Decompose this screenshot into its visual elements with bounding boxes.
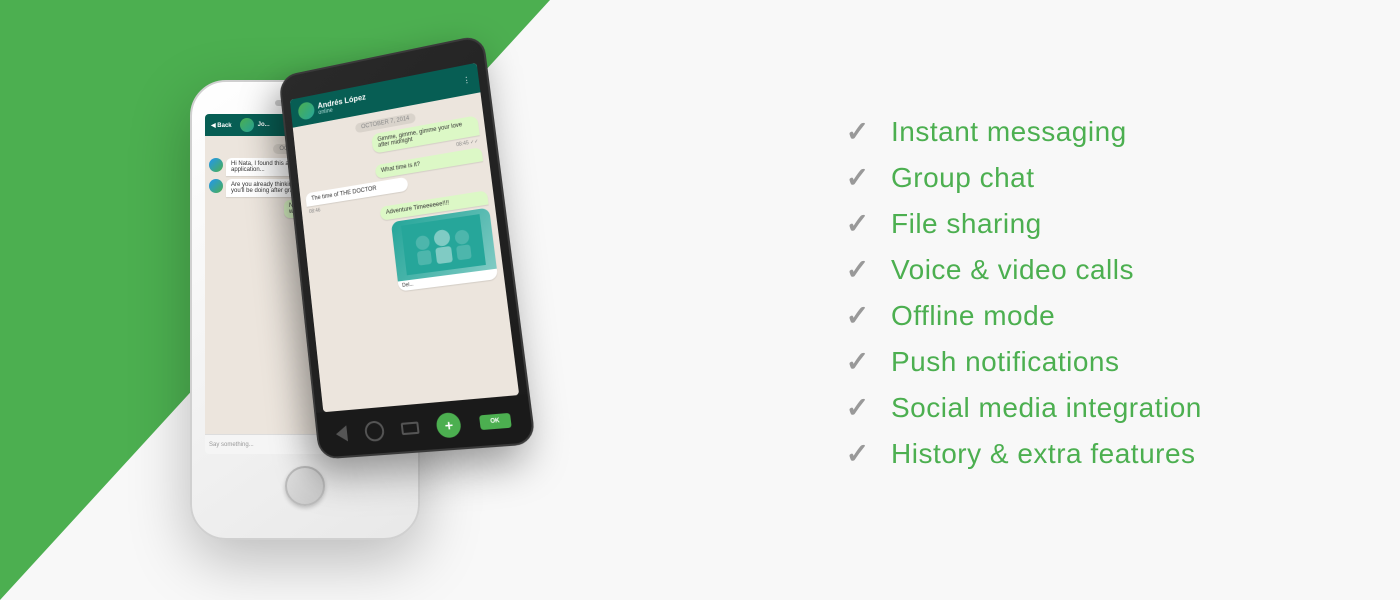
checkmark-icon-file-sharing: ✓	[840, 210, 875, 238]
feature-label-group-chat: Group chat	[891, 162, 1035, 194]
android-back-button[interactable]	[335, 425, 348, 442]
feature-item-instant-messaging: ✓ Instant messaging	[840, 116, 1340, 148]
checkmark-icon-history-extra-features: ✓	[840, 440, 875, 468]
features-list: ✓ Instant messaging ✓ Group chat ✓ File shari…	[840, 116, 1340, 484]
feature-label-voice-video-calls: Voice & video calls	[891, 254, 1134, 286]
android-screen: Andrés López online ⋮ OCTOBER 7, 2014 Gi…	[290, 63, 519, 413]
feature-label-social-media-integration: Social media integration	[891, 392, 1202, 424]
feature-label-instant-messaging: Instant messaging	[891, 116, 1127, 148]
android-image-message: Del...	[391, 208, 498, 292]
feature-label-history-extra-features: History & extra features	[891, 438, 1196, 470]
iphone-home-button[interactable]	[285, 466, 325, 506]
checkmark-icon-instant-messaging: ✓	[840, 118, 875, 146]
checkmark-icon-voice-video-calls: ✓	[840, 256, 875, 284]
android-recents-button[interactable]	[401, 421, 420, 435]
feature-item-file-sharing: ✓ File sharing	[840, 208, 1340, 240]
android-home-button[interactable]	[363, 420, 384, 442]
feature-label-file-sharing: File sharing	[891, 208, 1042, 240]
checkmark-icon-group-chat: ✓	[840, 164, 875, 192]
feature-label-push-notifications: Push notifications	[891, 346, 1119, 378]
feature-item-history-extra-features: ✓ History & extra features	[840, 438, 1340, 470]
android-fab-button[interactable]: +	[435, 411, 462, 438]
checkmark-icon-offline-mode: ✓	[840, 302, 875, 330]
android-ok-button[interactable]: OK	[479, 412, 512, 429]
feature-item-social-media-integration: ✓ Social media integration	[840, 392, 1340, 424]
checkmark-icon-push-notifications: ✓	[840, 348, 875, 376]
feature-item-offline-mode: ✓ Offline mode	[840, 300, 1340, 332]
android-contact-avatar	[297, 101, 315, 121]
android-chat-area: OCTOBER 7, 2014 Gimme, gimme, gimme your…	[293, 92, 519, 412]
checkmark-icon-social-media-integration: ✓	[840, 394, 875, 422]
feature-item-push-notifications: ✓ Push notifications	[840, 346, 1340, 378]
phones-section: ◀ Back Jo... OCTOBER 7, 2014 Hi Nata, I …	[60, 20, 680, 590]
android-device: Andrés López online ⋮ OCTOBER 7, 2014 Gi…	[278, 34, 536, 460]
feature-item-group-chat: ✓ Group chat	[840, 162, 1340, 194]
feature-item-voice-video-calls: ✓ Voice & video calls	[840, 254, 1340, 286]
feature-label-offline-mode: Offline mode	[891, 300, 1055, 332]
